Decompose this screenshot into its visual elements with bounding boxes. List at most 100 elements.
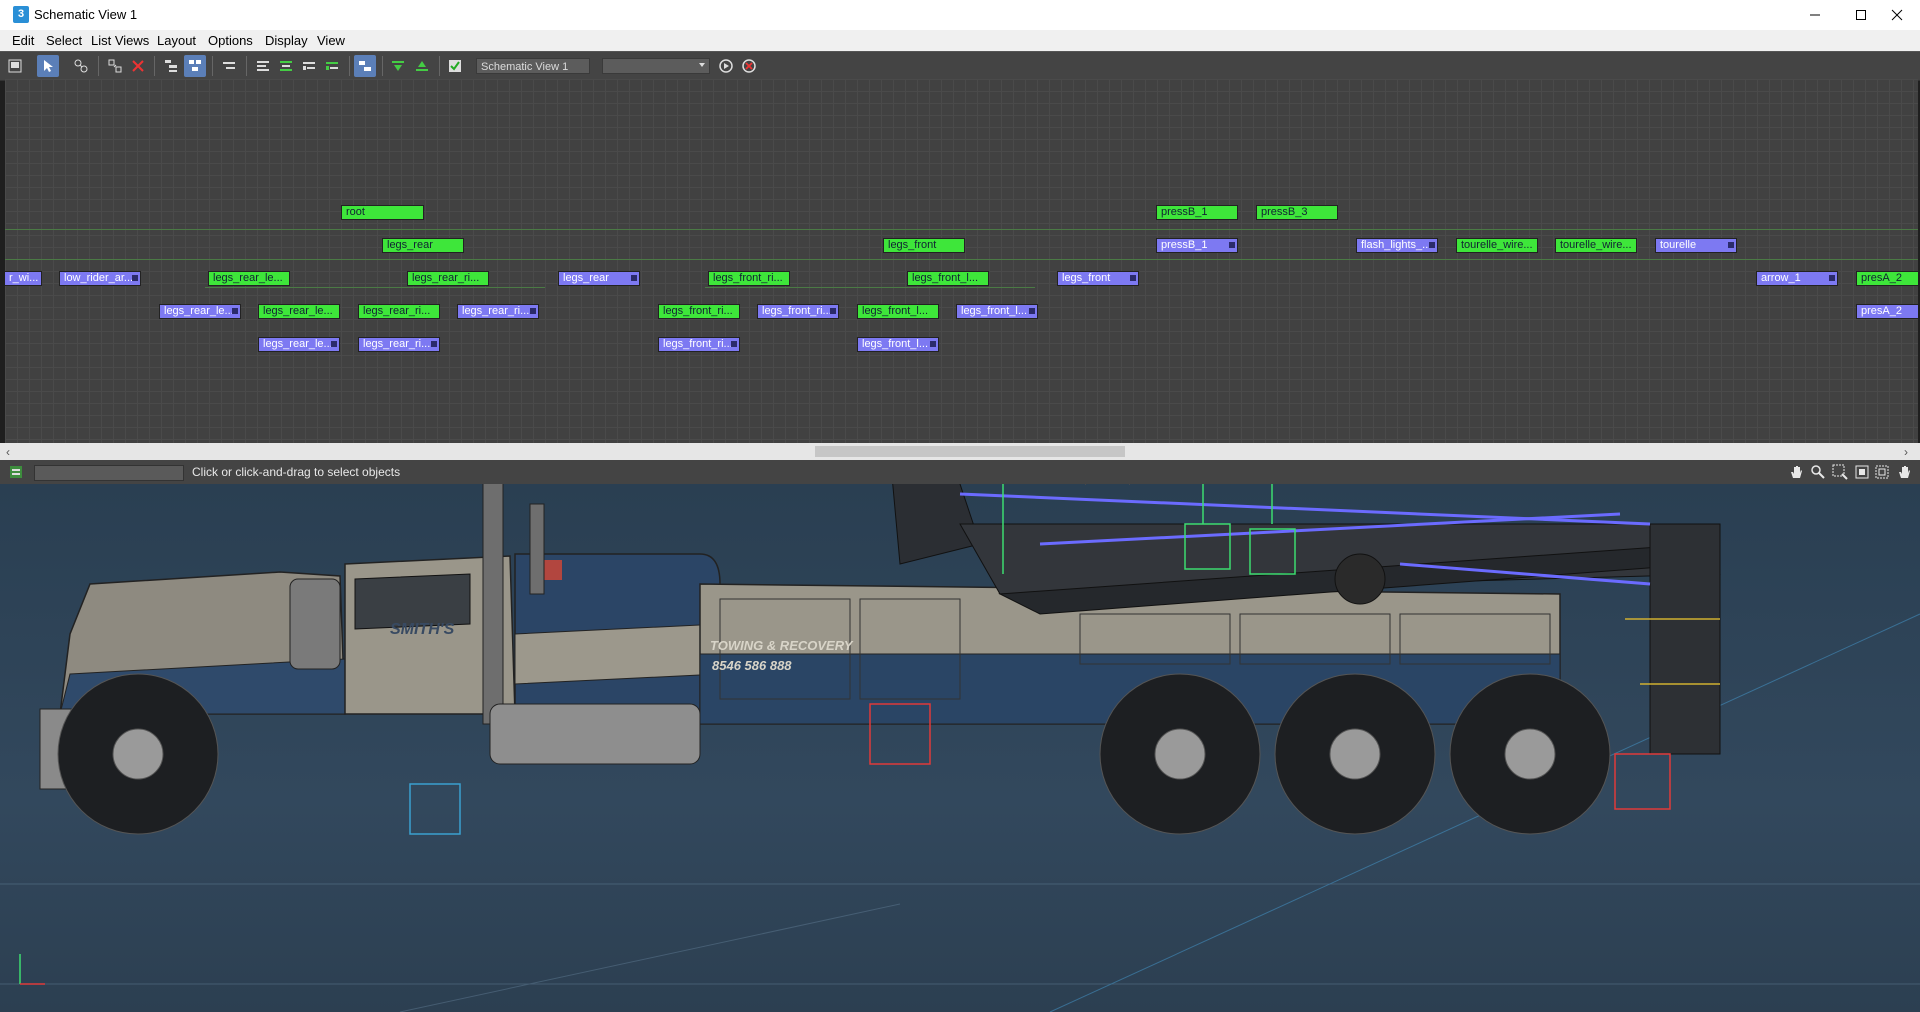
node-label: legs_rear_ri... bbox=[462, 305, 530, 317]
schematic-node[interactable]: arrow_1 bbox=[1756, 271, 1838, 286]
connect-button[interactable] bbox=[70, 55, 92, 77]
close-icon bbox=[1891, 9, 1903, 21]
checkbox-icon bbox=[449, 60, 461, 72]
align-left-button[interactable] bbox=[252, 55, 274, 77]
toolbar-separator bbox=[382, 56, 383, 76]
schematic-node[interactable]: r_wi... bbox=[5, 271, 42, 286]
hierarchy-toggle-button[interactable] bbox=[218, 55, 240, 77]
display-floater-button[interactable] bbox=[4, 55, 26, 77]
expand-down-icon bbox=[392, 61, 404, 71]
node-port bbox=[1829, 275, 1835, 281]
bookmark-button[interactable] bbox=[715, 55, 737, 77]
schematic-node[interactable]: legs_rear_le... bbox=[208, 271, 290, 286]
zoom-extents-selected-icon[interactable] bbox=[1874, 464, 1890, 480]
toolbar-separator bbox=[246, 56, 247, 76]
horizontal-scrollbar[interactable]: ‹ › bbox=[0, 443, 1920, 460]
toolbar-separator bbox=[154, 56, 155, 76]
scrollbar-thumb[interactable] bbox=[815, 446, 1125, 457]
schematic-node[interactable]: tourelle_wire... bbox=[1555, 238, 1637, 253]
menu-edit[interactable]: Edit bbox=[12, 33, 34, 48]
schematic-node[interactable]: flash_lights_... bbox=[1356, 238, 1438, 253]
schematic-node[interactable]: legs_rear_ri... bbox=[457, 304, 539, 319]
node-label: legs_front_ri... bbox=[762, 305, 832, 317]
menu-options[interactable]: Options bbox=[208, 33, 253, 48]
view-dropdown[interactable] bbox=[602, 58, 710, 74]
view-name-field[interactable]: Schematic View 1 bbox=[476, 58, 590, 74]
select-tool-button[interactable] bbox=[37, 55, 59, 77]
schematic-node[interactable]: legs_front bbox=[1057, 271, 1139, 286]
delete-bookmark-button[interactable] bbox=[738, 55, 760, 77]
align-green-button[interactable] bbox=[275, 55, 297, 77]
delete-button[interactable] bbox=[127, 55, 149, 77]
zoom-icon[interactable] bbox=[1810, 464, 1826, 480]
schematic-node[interactable]: legs_rear_le... bbox=[258, 337, 340, 352]
schematic-node[interactable]: legs_front_l... bbox=[907, 271, 989, 286]
node-label: flash_lights_... bbox=[1361, 239, 1432, 251]
align-green-icon bbox=[280, 61, 292, 71]
node-label: legs_front_l... bbox=[862, 305, 929, 317]
hierarchy-mode-button[interactable] bbox=[160, 55, 182, 77]
close-button[interactable] bbox=[1874, 0, 1920, 30]
schematic-node[interactable]: presA_2 bbox=[1856, 271, 1918, 286]
schematic-canvas[interactable]: root pressB_1 pressB_3 legs_rear legs_fr… bbox=[5, 79, 1918, 443]
schematic-node[interactable]: legs_front bbox=[883, 238, 965, 253]
pan-hand-icon[interactable] bbox=[1788, 464, 1804, 480]
schematic-node[interactable]: root bbox=[341, 205, 424, 220]
node-label: arrow_1 bbox=[1761, 272, 1801, 284]
schematic-node[interactable]: tourelle bbox=[1655, 238, 1737, 253]
zoom-extents-icon[interactable] bbox=[1854, 464, 1870, 480]
schematic-node[interactable]: legs_rear_le... bbox=[258, 304, 340, 319]
chevron-down-icon bbox=[699, 63, 705, 67]
schematic-node[interactable]: legs_rear_ri... bbox=[358, 304, 440, 319]
delete-bookmark-icon bbox=[742, 59, 756, 73]
arrange-button[interactable] bbox=[298, 55, 320, 77]
status-input[interactable] bbox=[34, 465, 184, 481]
preferences-button[interactable] bbox=[444, 55, 466, 77]
node-port bbox=[1130, 275, 1136, 281]
schematic-node[interactable]: legs_rear_ri... bbox=[358, 337, 440, 352]
schematic-node[interactable]: legs_front_l... bbox=[857, 337, 939, 352]
schematic-node[interactable]: legs_rear_le... bbox=[159, 304, 241, 319]
schematic-node[interactable]: pressB_1 bbox=[1156, 238, 1238, 253]
viewport-3d[interactable]: SMITH'S TOWING & RECOVERY 8546 586 888 bbox=[0, 484, 1920, 1012]
node-label: root bbox=[346, 206, 365, 218]
schematic-node[interactable]: pressB_1 bbox=[1156, 205, 1238, 220]
node-port bbox=[1029, 308, 1035, 314]
node-label: legs_rear_le... bbox=[263, 305, 333, 317]
schematic-node[interactable]: legs_rear_ri... bbox=[407, 271, 489, 286]
schematic-node[interactable]: low_rider_ar... bbox=[59, 271, 141, 286]
scroll-left-icon[interactable]: ‹ bbox=[6, 445, 10, 459]
node-label: legs_rear_le... bbox=[213, 272, 283, 284]
schematic-node[interactable]: legs_front_ri... bbox=[658, 304, 740, 319]
free-all-button[interactable] bbox=[354, 55, 376, 77]
node-label: legs_front_ri... bbox=[663, 305, 733, 317]
app-icon: 3 bbox=[13, 6, 29, 23]
schematic-node[interactable]: legs_front_l... bbox=[857, 304, 939, 319]
minimize-button[interactable] bbox=[1792, 0, 1838, 30]
schematic-node[interactable]: presA_2 bbox=[1856, 304, 1918, 319]
schematic-node[interactable]: legs_front_l... bbox=[956, 304, 1038, 319]
menu-list-views[interactable]: List Views bbox=[91, 33, 149, 48]
zoom-region-icon[interactable] bbox=[1832, 464, 1848, 480]
schematic-node[interactable]: legs_front_ri... bbox=[708, 271, 790, 286]
menu-select[interactable]: Select bbox=[46, 33, 82, 48]
status-list-icon[interactable] bbox=[9, 465, 23, 479]
references-mode-button[interactable] bbox=[184, 55, 206, 77]
schematic-node[interactable]: legs_front_ri... bbox=[658, 337, 740, 352]
schematic-node[interactable]: legs_rear bbox=[558, 271, 640, 286]
collapse-button[interactable] bbox=[411, 55, 433, 77]
unlink-button[interactable] bbox=[104, 55, 126, 77]
menu-view[interactable]: View bbox=[317, 33, 345, 48]
schematic-node[interactable]: tourelle_wire... bbox=[1456, 238, 1538, 253]
truck-wireframe: SMITH'S TOWING & RECOVERY 8546 586 888 bbox=[0, 484, 1920, 1012]
schematic-node[interactable]: legs_rear bbox=[382, 238, 464, 253]
arrange-children-button[interactable] bbox=[321, 55, 343, 77]
menu-display[interactable]: Display bbox=[265, 33, 308, 48]
menu-layout[interactable]: Layout bbox=[157, 33, 196, 48]
schematic-node[interactable]: pressB_3 bbox=[1256, 205, 1338, 220]
schematic-node[interactable]: legs_front_ri... bbox=[757, 304, 839, 319]
scroll-right-icon[interactable]: › bbox=[1904, 445, 1908, 459]
expand-button[interactable] bbox=[387, 55, 409, 77]
pan-view-icon[interactable] bbox=[1896, 464, 1912, 480]
node-label: presA_2 bbox=[1861, 272, 1902, 284]
